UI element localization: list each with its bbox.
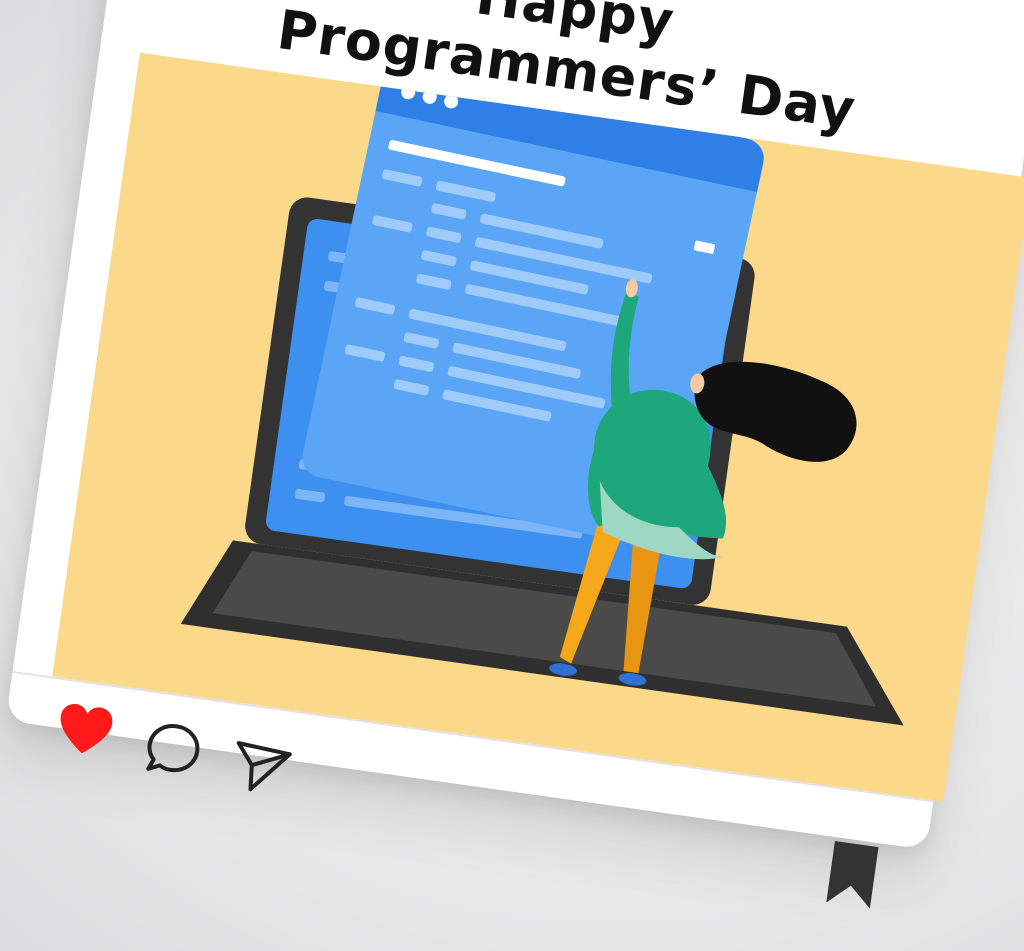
bookmark-button[interactable] xyxy=(819,836,887,909)
post-card: Happy Programmers’ Day xyxy=(5,0,1024,909)
programmer-illustration xyxy=(180,65,904,726)
heart-icon xyxy=(60,704,113,754)
app-background: Happy Programmers’ Day xyxy=(0,0,1024,951)
share-button[interactable] xyxy=(228,733,296,801)
paper-plane-icon xyxy=(236,741,292,792)
like-button[interactable] xyxy=(51,698,119,766)
bookmark-icon xyxy=(826,841,879,909)
post-image xyxy=(52,52,1024,802)
comment-button[interactable] xyxy=(139,716,207,784)
speech-bubble-icon xyxy=(146,724,200,773)
